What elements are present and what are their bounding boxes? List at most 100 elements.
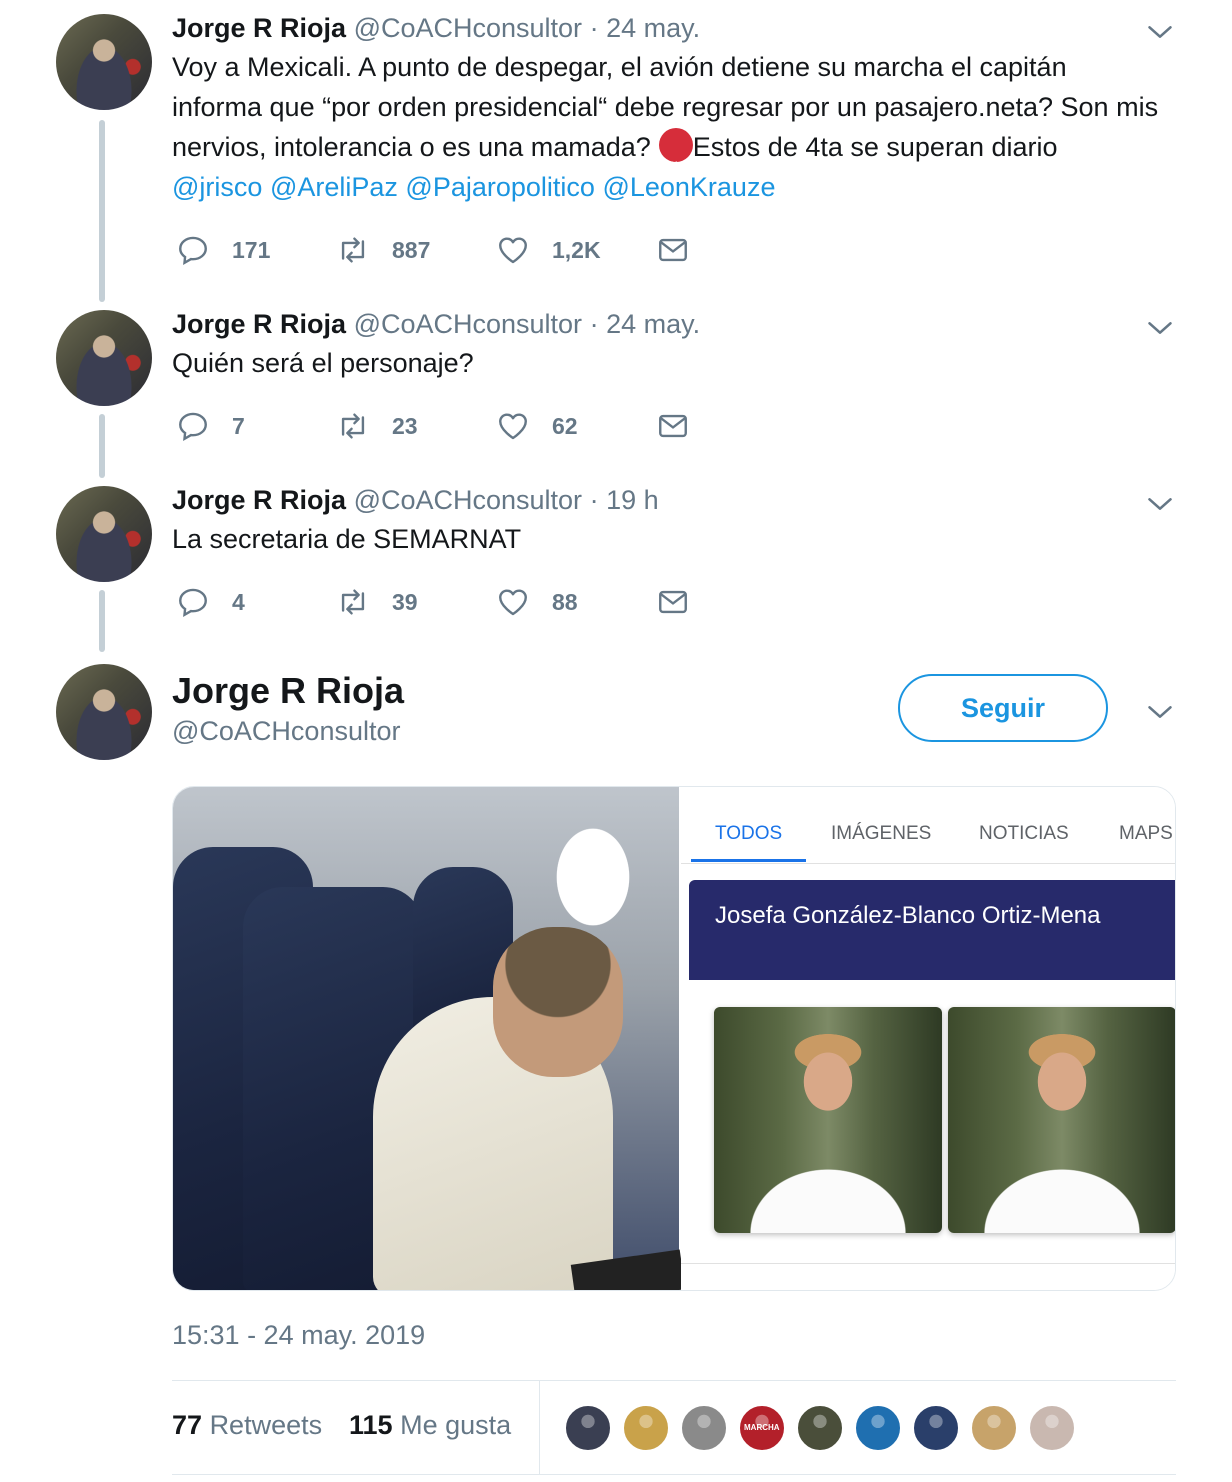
liker-avatar[interactable]	[622, 1404, 670, 1452]
author-name[interactable]: Jorge R Rioja	[172, 13, 346, 43]
liker-avatar[interactable]	[680, 1404, 728, 1452]
tweet-time[interactable]: 19 h	[606, 485, 659, 515]
direct-message-button[interactable]	[656, 230, 690, 270]
like-total: 115	[349, 1410, 393, 1440]
reply-button[interactable]: 7	[176, 406, 245, 446]
envelope-icon	[659, 238, 687, 262]
knowledge-card: Josefa González-Blanco Ortiz-Mena	[689, 880, 1175, 980]
like-count: 1,2K	[552, 236, 601, 263]
direct-message-button[interactable]	[656, 582, 690, 622]
cursing-face-emoji-icon	[658, 128, 693, 185]
retweet-icon	[341, 237, 365, 263]
like-button[interactable]: 1,2K	[496, 230, 601, 270]
author-handle[interactable]: @CoACHconsultor	[354, 13, 583, 43]
result-image	[948, 1007, 1175, 1233]
author-handle[interactable]: @CoACHconsultor	[354, 485, 583, 515]
airplane-passenger-photo[interactable]	[173, 787, 686, 1290]
like-button[interactable]: 88	[496, 582, 578, 622]
knowledge-card-title: Josefa González-Blanco Ortiz-Mena	[715, 902, 1101, 929]
like-count: 62	[552, 412, 578, 439]
retweet-total: 77	[172, 1410, 203, 1440]
like-stat[interactable]: 115 Me gusta	[349, 1410, 511, 1441]
follow-button[interactable]: Seguir	[898, 674, 1108, 742]
chevron-down-icon[interactable]	[1146, 314, 1174, 342]
author-name[interactable]: Jorge R Rioja	[172, 485, 346, 515]
author-handle[interactable]: @CoACHconsultor	[172, 716, 401, 747]
chevron-down-icon[interactable]	[1146, 18, 1174, 46]
reply-count: 7	[232, 412, 245, 439]
thread-line	[99, 590, 105, 652]
reply-count: 4	[232, 588, 245, 615]
envelope-icon	[659, 414, 687, 438]
divider	[681, 1263, 1175, 1264]
envelope-icon	[659, 590, 687, 614]
liker-avatar[interactable]	[970, 1404, 1018, 1452]
retweet-icon	[341, 589, 365, 615]
separator-dot: ·	[589, 485, 599, 515]
tweet-timestamp[interactable]: 15:31 - 24 may. 2019	[172, 1320, 425, 1351]
reply-button[interactable]: 171	[176, 230, 270, 270]
tweet-actions: 7 23 62	[172, 406, 712, 446]
avatar[interactable]	[56, 14, 152, 110]
thread-line	[99, 414, 105, 478]
tweet-actions: 4 39 88	[172, 582, 712, 622]
avatar[interactable]	[56, 486, 152, 582]
liker-avatar[interactable]: MARCHA	[738, 1404, 786, 1452]
liker-avatar[interactable]	[564, 1404, 612, 1452]
reply-icon	[179, 412, 207, 441]
divider	[172, 1474, 1176, 1475]
tweet-text-tail: Estos de 4ta se superan diario	[692, 132, 1058, 162]
separator-dot: ·	[589, 13, 599, 43]
result-image	[714, 1007, 942, 1233]
liker-avatar[interactable]	[1028, 1404, 1076, 1452]
author-name[interactable]: Jorge R Rioja	[172, 309, 346, 339]
tab-noticias: NOTICIAS	[979, 823, 1069, 844]
liker-avatar[interactable]	[796, 1404, 844, 1452]
reply-count: 171	[232, 236, 271, 263]
mention-link[interactable]: @AreliPaz	[270, 172, 398, 202]
tweet-header: Jorge R Rioja @CoACHconsultor · 24 may.	[172, 12, 700, 44]
like-count: 88	[552, 588, 578, 615]
tab-imagenes: IMÁGENES	[831, 823, 932, 844]
tweet-media[interactable]: TODOS IMÁGENES NOTICIAS MAPS Josefa Gonz…	[172, 786, 1176, 1291]
retweet-stat[interactable]: 77 Retweets	[172, 1410, 322, 1441]
retweet-stat-label: Retweets	[209, 1410, 323, 1440]
retweet-button[interactable]: 887	[336, 230, 430, 270]
heart-icon	[499, 589, 527, 616]
liker-avatar[interactable]	[854, 1404, 902, 1452]
mention-link[interactable]: @jrisco	[172, 172, 262, 202]
divider	[539, 1381, 540, 1474]
avatar[interactable]	[56, 664, 152, 760]
retweet-button[interactable]: 23	[336, 406, 418, 446]
separator-dot: ·	[589, 309, 599, 339]
mention-link[interactable]: @LeonKrauze	[602, 172, 775, 202]
tweet-text: Quién será el personaje?	[172, 348, 474, 378]
liker-avatar[interactable]	[912, 1404, 960, 1452]
tab-todos: TODOS	[715, 823, 783, 844]
retweet-count: 887	[392, 236, 431, 263]
retweet-count: 39	[392, 588, 418, 615]
tweet-header: Jorge R Rioja @CoACHconsultor · 19 h	[172, 484, 659, 516]
mention-link[interactable]: @Pajaropolitico	[405, 172, 595, 202]
author-handle[interactable]: @CoACHconsultor	[354, 309, 583, 339]
direct-message-button[interactable]	[656, 406, 690, 446]
divider	[681, 863, 1175, 864]
tweet-time[interactable]: 24 may.	[606, 13, 700, 43]
retweet-button[interactable]: 39	[336, 582, 418, 622]
avatar[interactable]	[56, 310, 152, 406]
search-results-screenshot[interactable]: TODOS IMÁGENES NOTICIAS MAPS Josefa Gonz…	[681, 787, 1175, 1290]
chevron-down-icon[interactable]	[1146, 490, 1174, 518]
chevron-down-icon[interactable]	[1146, 698, 1174, 726]
tweet-actions: 171 887 1,2K	[172, 230, 712, 270]
tab-maps: MAPS	[1119, 823, 1173, 844]
active-tab-indicator	[691, 859, 806, 862]
reply-button[interactable]: 4	[176, 582, 245, 622]
reply-icon	[179, 588, 207, 617]
author-name[interactable]: Jorge R Rioja	[172, 670, 404, 712]
tweet-time[interactable]: 24 may.	[606, 309, 700, 339]
like-button[interactable]: 62	[496, 406, 578, 446]
heart-icon	[499, 237, 527, 264]
retweet-icon	[341, 413, 365, 439]
heart-icon	[499, 413, 527, 440]
retweet-count: 23	[392, 412, 418, 439]
